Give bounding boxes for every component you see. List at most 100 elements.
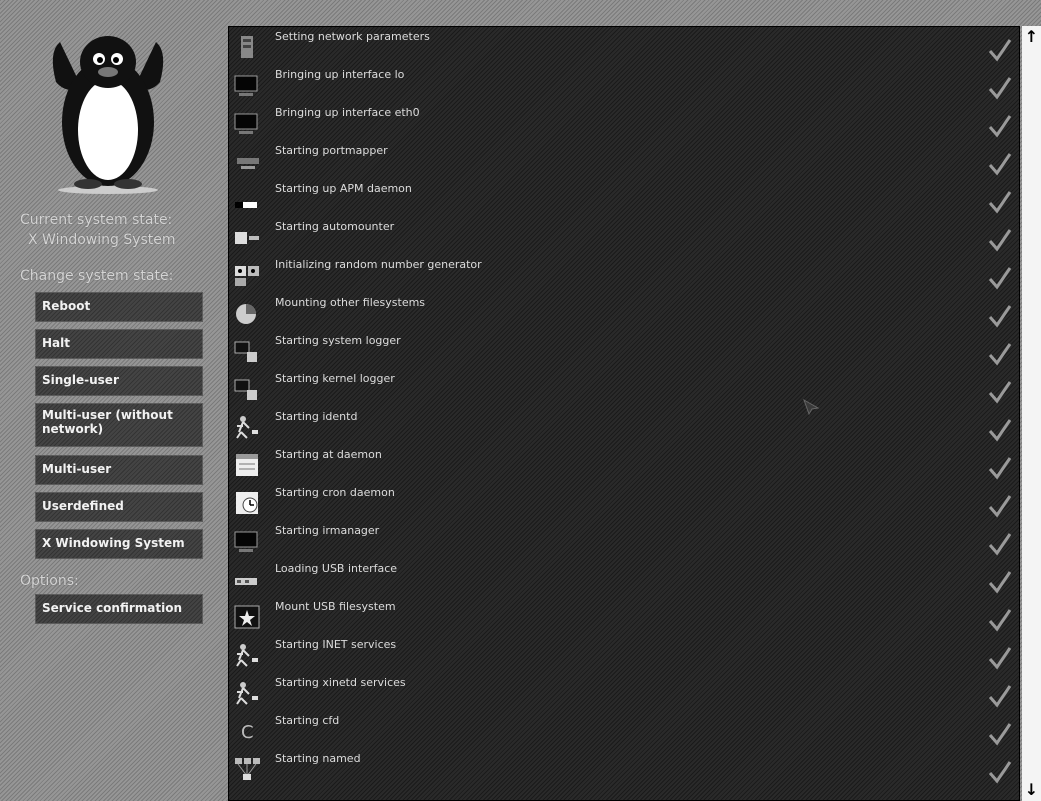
service-label: Starting up APM daemon xyxy=(275,182,412,195)
drive-icon xyxy=(235,232,259,244)
service-label: Initializing random number generator xyxy=(275,258,482,271)
service-row: Starting system logger xyxy=(229,331,1019,369)
service-row: Starting at daemon xyxy=(229,445,1019,483)
checkmark-icon xyxy=(988,267,1012,290)
person-icon xyxy=(236,644,258,667)
service-row: Starting named xyxy=(229,749,1019,787)
service-label: Starting at daemon xyxy=(275,448,382,461)
checkmark-icon xyxy=(988,609,1012,632)
service-row: Loading USB interface xyxy=(229,559,1019,597)
clock-icon xyxy=(236,492,258,514)
checkmark-icon xyxy=(988,191,1012,214)
battery-icon xyxy=(235,202,257,208)
checkmark-icon xyxy=(988,229,1012,252)
service-row: C Starting cfd xyxy=(229,711,1019,749)
current-state-label: Current system state: xyxy=(20,212,173,228)
userdefined-button[interactable]: Userdefined xyxy=(35,492,203,522)
star-icon xyxy=(234,605,260,629)
service-row: Starting INET services xyxy=(229,635,1019,673)
service-row: Initializing random number generator xyxy=(229,255,1019,293)
mouse-cursor-icon xyxy=(803,398,820,416)
service-label: Setting network parameters xyxy=(275,30,430,43)
service-label: Bringing up interface lo xyxy=(275,68,405,81)
server-icon xyxy=(241,36,253,58)
service-row: Starting portmapper xyxy=(229,141,1019,179)
service-label: Starting irmanager xyxy=(275,524,380,537)
service-label: Starting INET services xyxy=(275,638,397,651)
service-label: Bringing up interface eth0 xyxy=(275,106,420,119)
service-label: Starting cfd xyxy=(275,714,340,727)
service-label: Starting kernel logger xyxy=(275,372,395,385)
checkmark-icon xyxy=(988,457,1012,480)
service-label: Starting named xyxy=(275,752,361,765)
service-row: Mounting other filesystems xyxy=(229,293,1019,331)
x-windowing-system-button[interactable]: X Windowing System xyxy=(35,529,203,559)
checkmark-icon xyxy=(988,533,1012,556)
service-label: Starting xinetd services xyxy=(275,676,406,689)
service-list-panel: Setting network parameters Bringing up in… xyxy=(228,26,1020,801)
service-row: Starting up APM daemon xyxy=(229,179,1019,217)
monitor-log-icon xyxy=(234,341,257,362)
network-grid-icon xyxy=(235,758,260,780)
svg-text:C: C xyxy=(241,722,254,743)
checkmark-icon xyxy=(988,647,1012,670)
single-user-button[interactable]: Single-user xyxy=(35,366,203,396)
checkmark-icon xyxy=(988,495,1012,518)
checkmark-icon xyxy=(988,305,1012,328)
service-row: Bringing up interface lo xyxy=(229,65,1019,103)
halt-button[interactable]: Halt xyxy=(35,329,203,359)
checkmark-icon xyxy=(988,761,1012,784)
c-icon: C xyxy=(241,722,254,743)
service-row: Starting cron daemon xyxy=(229,483,1019,521)
current-state-value: X Windowing System xyxy=(28,232,176,248)
scrollbar[interactable]: ↑ ↓ xyxy=(1022,26,1041,801)
multi-user-no-network-button[interactable]: Multi-user (without network) xyxy=(35,403,203,447)
person-icon xyxy=(236,682,258,705)
checkmark-icon xyxy=(988,153,1012,176)
service-row: Starting kernel logger xyxy=(229,369,1019,407)
service-label: Mounting other filesystems xyxy=(275,296,426,309)
multi-user-button[interactable]: Multi-user xyxy=(35,455,203,485)
calendar-icon xyxy=(236,454,258,476)
person-icon xyxy=(236,416,258,439)
monitor-log-icon xyxy=(234,379,257,400)
change-state-label: Change system state: xyxy=(20,268,174,284)
monitor-icon xyxy=(234,113,258,134)
service-row: Starting identd xyxy=(229,407,1019,445)
service-label: Starting portmapper xyxy=(275,144,388,157)
service-label: Starting system logger xyxy=(275,334,401,347)
network-icon xyxy=(237,158,259,169)
service-row: Setting network parameters xyxy=(229,27,1019,65)
service-row: Starting irmanager xyxy=(229,521,1019,559)
pie-icon xyxy=(236,304,256,324)
penguin-logo xyxy=(52,36,164,194)
checkmark-icon xyxy=(988,685,1012,708)
checkmark-icon xyxy=(988,419,1012,442)
checkmark-icon xyxy=(988,343,1012,366)
monitor-icon xyxy=(234,75,258,96)
scroll-up-arrow-icon[interactable]: ↑ xyxy=(1022,28,1041,46)
dice-icon xyxy=(235,266,259,286)
service-label: Starting identd xyxy=(275,410,358,423)
checkmark-icon xyxy=(988,723,1012,746)
scroll-down-arrow-icon[interactable]: ↓ xyxy=(1022,781,1041,799)
reboot-button[interactable]: Reboot xyxy=(35,292,203,322)
checkmark-icon xyxy=(988,39,1012,62)
checkmark-icon xyxy=(988,115,1012,138)
checkmark-icon xyxy=(988,381,1012,404)
service-label: Starting automounter xyxy=(275,220,395,233)
checkmark-icon xyxy=(988,571,1012,594)
service-label: Mount USB filesystem xyxy=(275,600,396,613)
checkmark-icon xyxy=(988,77,1012,100)
service-row: Starting xinetd services xyxy=(229,673,1019,711)
service-confirmation-button[interactable]: Service confirmation xyxy=(35,594,203,624)
usb-icon xyxy=(235,578,257,585)
sidebar: Current system state: X Windowing System… xyxy=(0,0,222,801)
service-row: Starting automounter xyxy=(229,217,1019,255)
service-row: Mount USB filesystem xyxy=(229,597,1019,635)
service-label: Starting cron daemon xyxy=(275,486,395,499)
service-label: Loading USB interface xyxy=(275,562,398,575)
service-row: Bringing up interface eth0 xyxy=(229,103,1019,141)
options-label: Options: xyxy=(20,573,79,589)
monitor-icon xyxy=(234,531,258,552)
